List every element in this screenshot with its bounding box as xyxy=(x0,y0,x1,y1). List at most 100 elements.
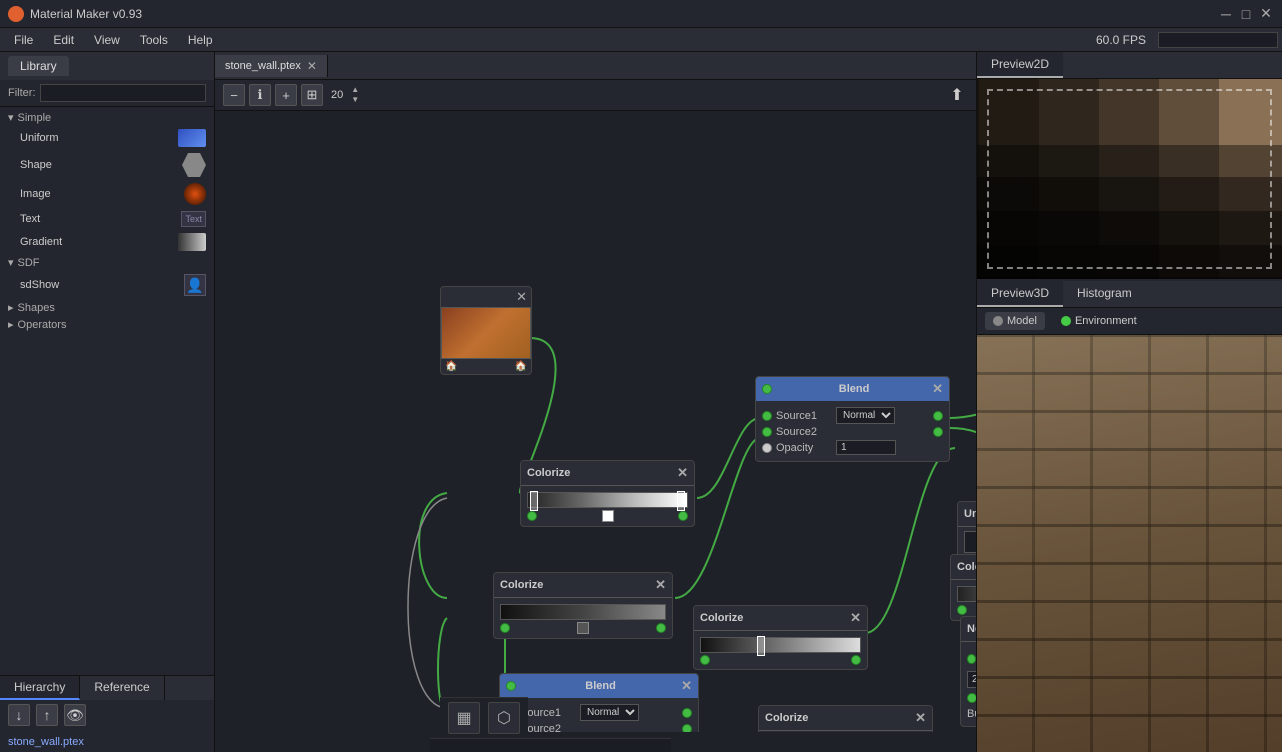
normalmap-val-port[interactable] xyxy=(967,693,976,703)
colorize1-out-port[interactable] xyxy=(678,511,688,521)
lib-item-image[interactable]: Image xyxy=(0,180,214,208)
colorize1-color-swatch[interactable] xyxy=(602,510,614,522)
right-panel: Preview2D Preview3D Histogram Model Envi… xyxy=(977,52,1282,752)
normalmap-node[interactable]: Normal Map ✕ Default▾ 2048×2048▾ xyxy=(960,616,976,727)
normalmap-in-port[interactable] xyxy=(967,654,976,664)
menu-view[interactable]: View xyxy=(84,31,130,49)
blend2-src1-right-port[interactable] xyxy=(682,708,692,718)
menu-help[interactable]: Help xyxy=(178,31,223,49)
tab-hierarchy[interactable]: Hierarchy xyxy=(0,676,80,700)
lib-item-text[interactable]: Text Text xyxy=(0,208,214,230)
colorize-node-4-close[interactable]: ✕ xyxy=(915,710,926,726)
colorize2-out-port[interactable] xyxy=(656,623,666,633)
colorize5-in-port[interactable] xyxy=(957,605,967,615)
cube-icon-button[interactable]: ⬡ xyxy=(488,702,520,734)
blend1-opacity-port[interactable] xyxy=(762,443,772,453)
colorize-node-2-title: Colorize xyxy=(500,579,543,591)
menu-file[interactable]: File xyxy=(4,31,43,49)
colorize-node-4[interactable]: Colorize ✕ xyxy=(758,705,933,732)
image-node-close[interactable]: ✕ xyxy=(516,289,527,305)
model-tab[interactable]: Model xyxy=(985,312,1045,330)
colorize1-handle-right[interactable] xyxy=(677,491,685,511)
lib-section-operators[interactable]: ▸Operators xyxy=(0,316,214,333)
colorize-node-3-title: Colorize xyxy=(700,612,743,624)
visibility-button[interactable]: 👁 xyxy=(64,704,86,726)
blend1-src2-port[interactable] xyxy=(762,427,772,437)
blend-node-2-close[interactable]: ✕ xyxy=(681,678,692,694)
zoom-out-button[interactable]: − xyxy=(223,84,245,106)
blend-node-1-close[interactable]: ✕ xyxy=(932,381,943,397)
blend1-src1-port[interactable] xyxy=(762,411,772,421)
blend1-mode-select[interactable]: Normal xyxy=(836,407,895,424)
blend1-in-port[interactable] xyxy=(762,384,772,394)
blend2-mode-select[interactable]: Normal xyxy=(580,704,639,721)
horizontal-scrollbar[interactable] xyxy=(430,738,671,752)
menu-tools[interactable]: Tools xyxy=(130,31,178,49)
blend1-src2-right-port[interactable] xyxy=(933,427,943,437)
blend2-src2-right-port[interactable] xyxy=(682,724,692,732)
lib-section-simple[interactable]: ▾Simple xyxy=(0,109,214,126)
colorize2-color-swatch[interactable] xyxy=(577,622,589,634)
blend1-opacity-input[interactable] xyxy=(836,440,896,455)
colorize1-in-port[interactable] xyxy=(527,511,537,521)
lib-item-uniform[interactable]: Uniform xyxy=(0,126,214,150)
lib-item-gradient[interactable]: Gradient xyxy=(0,230,214,254)
move-up-button[interactable]: ↑ xyxy=(36,704,58,726)
close-button[interactable]: ✕ xyxy=(1258,6,1274,22)
colorize3-out-port[interactable] xyxy=(851,655,861,665)
environment-tab[interactable]: Environment xyxy=(1053,312,1145,330)
grid-icon: ▦ xyxy=(456,708,471,728)
colorize-node-1-close[interactable]: ✕ xyxy=(677,465,688,481)
fit-button[interactable]: ⊞ xyxy=(301,84,323,106)
colorize-node-3[interactable]: Colorize ✕ xyxy=(693,605,868,670)
tab-reference[interactable]: Reference xyxy=(80,676,164,700)
lib-item-shape[interactable]: Shape xyxy=(0,150,214,180)
colorize1-grad-bar[interactable] xyxy=(527,492,688,508)
maximize-button[interactable]: □ xyxy=(1238,6,1254,22)
colorize3-handle[interactable] xyxy=(757,636,765,656)
blend2-in-port[interactable] xyxy=(506,681,516,691)
blend-node-2[interactable]: Blend ✕ Source1 Normal Source2 xyxy=(499,673,699,732)
lib-section-sdf[interactable]: ▾SDF xyxy=(0,254,214,271)
colorize-node-5[interactable]: Colorize ✕ xyxy=(950,554,976,621)
canvas-tab-close[interactable]: ✕ xyxy=(307,59,317,73)
preview-tab-bar: Preview2D xyxy=(977,52,1282,79)
uniform-node-title: Uniform xyxy=(964,508,976,520)
library-tab[interactable]: Library xyxy=(8,56,69,76)
zoom-up-arrow[interactable]: ▲ xyxy=(351,85,359,95)
preview2d-tab[interactable]: Preview2D xyxy=(977,52,1063,78)
move-down-button[interactable]: ↓ xyxy=(8,704,30,726)
info-button[interactable]: ℹ xyxy=(249,84,271,106)
canvas-tab[interactable]: stone_wall.ptex ✕ xyxy=(215,55,328,77)
histogram-tab[interactable]: Histogram xyxy=(1063,281,1146,307)
uniform-color-swatch[interactable] xyxy=(964,531,976,553)
colorize-node-3-close[interactable]: ✕ xyxy=(850,610,861,626)
grid-icon-button[interactable]: ▦ xyxy=(448,702,480,734)
colorize1-handle-left[interactable] xyxy=(530,491,538,511)
zoom-in-button[interactable]: + xyxy=(275,84,297,106)
export-button[interactable]: ⬆ xyxy=(946,84,968,106)
lib-section-shapes[interactable]: ▸Shapes xyxy=(0,299,214,316)
colorize-node-1[interactable]: Colorize ✕ xyxy=(520,460,695,527)
preview3d-tab[interactable]: Preview3D xyxy=(977,281,1063,307)
filter-input[interactable] xyxy=(40,84,207,102)
menubar: File Edit View Tools Help 60.0 FPS xyxy=(0,28,1282,52)
colorize5-grad-bar[interactable] xyxy=(957,586,976,602)
colorize-node-2[interactable]: Colorize ✕ xyxy=(493,572,673,639)
hierarchy-file[interactable]: stone_wall.ptex xyxy=(8,736,84,748)
lib-item-sdshow[interactable]: sdShow 👤 xyxy=(0,271,214,299)
colorize3-grad-bar[interactable] xyxy=(700,637,861,653)
minimize-button[interactable]: ─ xyxy=(1218,6,1234,22)
node-canvas[interactable]: ✕ 🏠 🏠 Blend ✕ Source1 xyxy=(215,108,976,732)
colorize2-in-port[interactable] xyxy=(500,623,510,633)
menu-edit[interactable]: Edit xyxy=(43,31,84,49)
zoom-down-arrow[interactable]: ▼ xyxy=(351,95,359,105)
blend-node-1[interactable]: Blend ✕ Source1 Normal Source2 xyxy=(755,376,950,462)
colorize-node-2-close[interactable]: ✕ xyxy=(655,577,666,593)
colorize3-in-port[interactable] xyxy=(700,655,710,665)
colorize2-grad-bar[interactable] xyxy=(500,604,666,620)
blend1-src1-right-port[interactable] xyxy=(933,411,943,421)
env-dot-icon xyxy=(1061,316,1071,326)
image-node[interactable]: ✕ 🏠 🏠 xyxy=(440,286,532,375)
normalmap-size-dropdown[interactable]: 2048×2048▾ xyxy=(967,671,976,688)
